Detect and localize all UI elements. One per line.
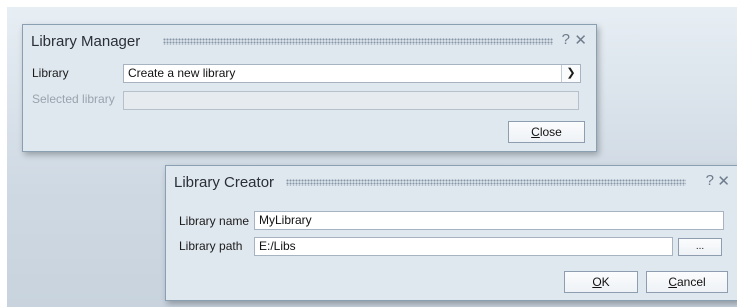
close-icon[interactable]: ✕ [717, 172, 730, 190]
close-icon[interactable]: ✕ [574, 31, 587, 49]
library-name-input[interactable]: MyLibrary [254, 211, 724, 230]
library-select[interactable]: Create a new library ❯ [123, 64, 581, 83]
library-manager-dialog: Library Manager ? ✕ Library Create a new… [22, 24, 597, 152]
screen: Library Manager ? ✕ Library Create a new… [0, 0, 737, 307]
titlebar-grip[interactable] [163, 38, 553, 45]
cancel-button[interactable]: Cancel [646, 271, 728, 293]
chevron-down-icon[interactable]: ❯ [561, 65, 580, 82]
help-icon[interactable]: ? [562, 31, 570, 48]
library-manager-title: Library Manager [31, 33, 141, 50]
library-creator-title: Library Creator [174, 174, 275, 191]
library-select-value: Create a new library [128, 66, 236, 80]
library-creator-dialog: Library Creator ? ✕ Library name MyLibra… [165, 165, 737, 301]
library-path-input[interactable]: E:/Libs [254, 237, 673, 256]
library-label: Library [32, 66, 69, 80]
library-path-label: Library path [179, 239, 243, 253]
selected-library-label: Selected library [32, 92, 115, 106]
library-manager-titlebar[interactable]: Library Manager ? ✕ [23, 25, 596, 55]
titlebar-grip[interactable] [286, 179, 686, 186]
selected-library-field [123, 91, 579, 110]
close-button[interactable]: Close [508, 121, 585, 143]
ok-button[interactable]: OK [564, 271, 638, 293]
help-icon[interactable]: ? [706, 172, 714, 189]
library-name-label: Library name [179, 214, 250, 228]
browse-button[interactable]: ... [678, 238, 722, 256]
library-creator-titlebar[interactable]: Library Creator ? ✕ [166, 166, 737, 196]
